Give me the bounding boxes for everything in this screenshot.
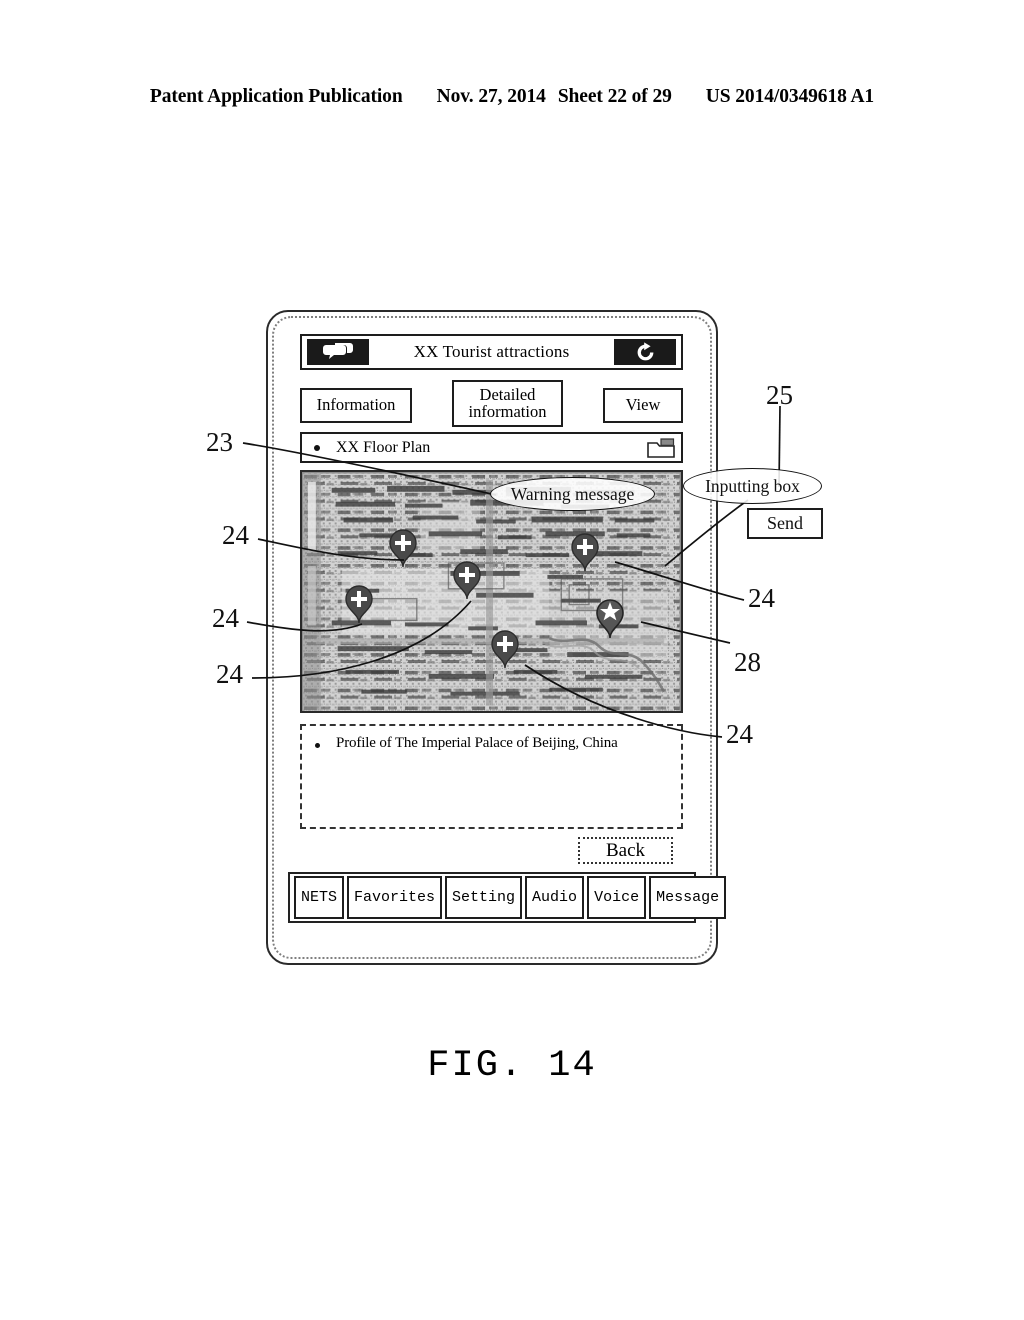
nav-item-nets-label: NETS (301, 889, 338, 906)
nav-item-favorites-label: Favorites (354, 889, 436, 906)
bullet-icon (314, 444, 320, 451)
screen-title: XX Tourist attractions (413, 342, 570, 361)
ref-numeral-24-left-3: 24 (216, 659, 243, 689)
patent-page-header: Patent Application Publication Nov. 27, … (0, 86, 1024, 108)
ref-numeral-23: 23 (206, 427, 233, 457)
ref-numeral-24-right-2: 24 (726, 719, 753, 749)
header-publication: Patent Application Publication (149, 86, 403, 107)
device-illustration: XX Tourist attractions Information Detai… (266, 310, 727, 965)
nav-item-setting[interactable]: Setting (445, 876, 523, 919)
title-bar: XX Tourist attractions (300, 334, 683, 370)
detailed-information-label-line1: Detailed (479, 384, 536, 404)
figure-caption: FIG. 14 (427, 1045, 597, 1087)
header-doc-number: US 2014/0349618 A1 (705, 86, 875, 107)
view-button-label: View (625, 395, 661, 415)
profile-label: Profile of The Imperial Palace of Beijin… (336, 735, 618, 751)
send-button-label: Send (767, 513, 803, 533)
nav-item-setting-label: Setting (452, 889, 516, 906)
inputting-box-callout-label: Inputting box (705, 475, 800, 496)
refresh-icon[interactable] (614, 339, 676, 365)
header-sheet: Sheet 22 of 29 (557, 86, 672, 107)
chat-bubble-icon[interactable] (307, 339, 369, 365)
map-pin-icon[interactable] (344, 584, 374, 624)
folder-icon[interactable] (647, 437, 675, 459)
nav-item-voice-label: Voice (594, 889, 640, 906)
map-pin-icon[interactable] (570, 532, 600, 572)
information-button-label: Information (316, 395, 396, 415)
ref-numeral-25: 25 (766, 380, 793, 410)
information-button[interactable]: Information (300, 388, 412, 423)
top-button-row: Information Detailed information View (300, 380, 683, 428)
floor-plan-label: XX Floor Plan (336, 438, 431, 456)
nav-item-message-label: Message (656, 889, 720, 906)
view-button[interactable]: View (603, 388, 683, 423)
back-button[interactable]: Back (578, 837, 673, 864)
nav-item-favorites[interactable]: Favorites (347, 876, 443, 919)
ref-numeral-24-right-1: 24 (748, 583, 775, 613)
selected-map-pin-icon[interactable] (594, 597, 624, 639)
detailed-information-label-line2: information (468, 401, 547, 421)
nav-item-audio[interactable]: Audio (525, 876, 585, 919)
ref-numeral-24-left-1: 24 (222, 520, 249, 550)
header-date: Nov. 27, 2014 (436, 86, 546, 107)
ref-numeral-24-left-2: 24 (212, 603, 239, 633)
detailed-information-button[interactable]: Detailed information (452, 380, 563, 427)
back-button-label: Back (605, 839, 646, 861)
floor-plan-row[interactable]: XX Floor Plan (300, 432, 683, 463)
map-pin-icon[interactable] (452, 560, 482, 600)
profile-panel: Profile of The Imperial Palace of Beijin… (300, 724, 683, 829)
bullet-icon (315, 743, 320, 748)
nav-item-nets[interactable]: NETS (294, 876, 345, 919)
map-pin-icon[interactable] (388, 528, 418, 568)
device-screen: XX Tourist attractions Information Detai… (280, 324, 727, 951)
nav-item-voice[interactable]: Voice (587, 876, 647, 919)
bottom-navigation-bar: NETS Favorites Setting Audio Voice Messa… (288, 872, 727, 923)
ref-numeral-28: 28 (734, 647, 761, 677)
nav-item-message[interactable]: Message (649, 876, 727, 919)
map-view[interactable] (300, 470, 683, 713)
nav-item-audio-label: Audio (532, 889, 578, 906)
map-pin-icon[interactable] (490, 629, 520, 669)
send-button[interactable]: Send (747, 508, 823, 539)
